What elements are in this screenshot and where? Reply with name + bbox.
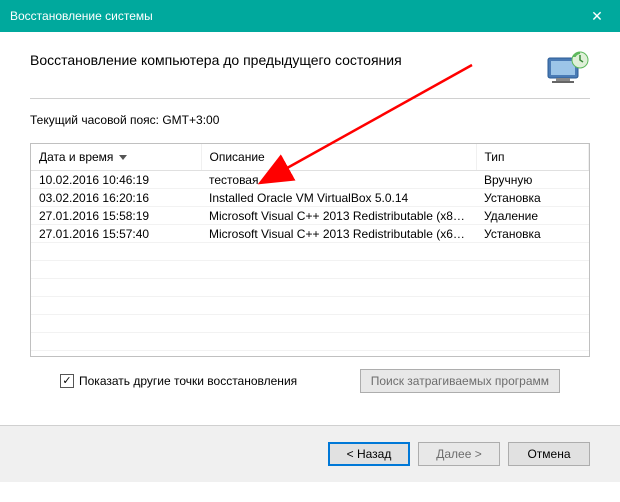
next-button: Далее > [418, 442, 500, 466]
page-title: Восстановление компьютера до предыдущего… [30, 50, 532, 68]
table-row[interactable]: 27.01.2016 15:58:19 Microsoft Visual C++… [31, 207, 589, 225]
options-row: ✓ Показать другие точки восстановления П… [30, 357, 590, 405]
cell-date: 27.01.2016 15:58:19 [31, 207, 201, 225]
column-header-date[interactable]: Дата и время [31, 144, 201, 171]
cell-type: Удаление [476, 207, 589, 225]
cell-desc: Installed Oracle VM VirtualBox 5.0.14 [201, 189, 476, 207]
table-row-empty [31, 261, 589, 279]
system-restore-icon [542, 50, 590, 86]
cell-desc: тестовая [201, 171, 476, 189]
table-row[interactable]: 03.02.2016 16:20:16 Installed Oracle VM … [31, 189, 589, 207]
table-row-empty [31, 333, 589, 351]
cell-type: Установка [476, 189, 589, 207]
table-row-empty [31, 297, 589, 315]
table-row-empty [31, 243, 589, 261]
titlebar: Восстановление системы ✕ [0, 0, 620, 32]
close-button[interactable]: ✕ [574, 0, 620, 32]
cell-date: 10.02.2016 10:46:19 [31, 171, 201, 189]
cell-desc: Microsoft Visual C++ 2013 Redistributabl… [201, 207, 476, 225]
restore-points-table-wrap: Дата и время Описание Тип 10.02.2016 10:… [30, 143, 590, 357]
scan-affected-button: Поиск затрагиваемых программ [360, 369, 560, 393]
show-more-checkbox-wrap[interactable]: ✓ Показать другие точки восстановления [60, 374, 360, 388]
timezone-label: Текущий часовой пояс: GMT+3:00 [30, 113, 590, 127]
cell-desc: Microsoft Visual C++ 2013 Redistributabl… [201, 225, 476, 243]
cancel-button[interactable]: Отмена [508, 442, 590, 466]
table-row[interactable]: 10.02.2016 10:46:19 тестовая Вручную [31, 171, 589, 189]
table-row-empty [31, 279, 589, 297]
table-row-empty [31, 315, 589, 333]
back-button[interactable]: < Назад [328, 442, 410, 466]
cell-date: 03.02.2016 16:20:16 [31, 189, 201, 207]
column-header-type[interactable]: Тип [476, 144, 589, 171]
cell-type: Установка [476, 225, 589, 243]
table-row[interactable]: 27.01.2016 15:57:40 Microsoft Visual C++… [31, 225, 589, 243]
header: Восстановление компьютера до предыдущего… [0, 32, 620, 98]
restore-points-table: Дата и время Описание Тип 10.02.2016 10:… [31, 144, 589, 351]
show-more-label: Показать другие точки восстановления [79, 374, 297, 388]
checkbox-icon: ✓ [60, 374, 74, 388]
cell-date: 27.01.2016 15:57:40 [31, 225, 201, 243]
close-icon: ✕ [591, 8, 603, 25]
footer: < Назад Далее > Отмена [0, 426, 620, 482]
column-header-desc[interactable]: Описание [201, 144, 476, 171]
window-title: Восстановление системы [10, 9, 574, 23]
body: Текущий часовой пояс: GMT+3:00 Дата и вр… [0, 99, 620, 415]
cell-type: Вручную [476, 171, 589, 189]
